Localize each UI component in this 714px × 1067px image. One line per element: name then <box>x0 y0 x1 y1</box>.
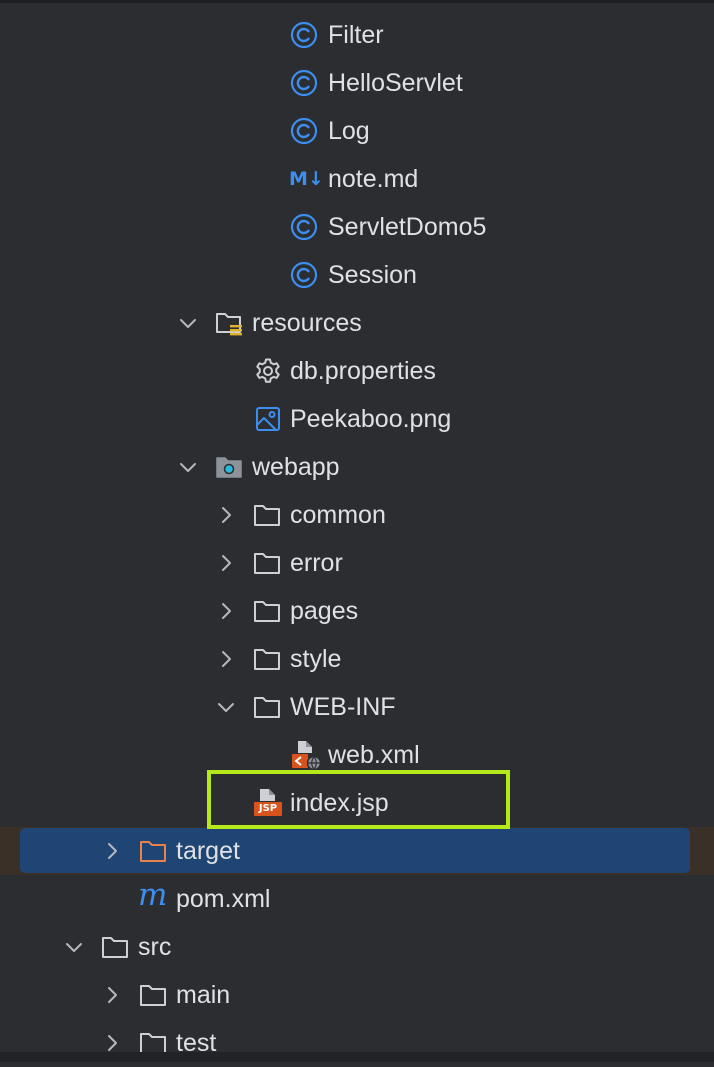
tree-item-main[interactable]: main <box>0 971 714 1019</box>
folder-icon <box>138 981 166 1009</box>
tree-item-label: Log <box>328 117 370 145</box>
java-class-icon <box>290 213 318 241</box>
tree-item-label: error <box>290 549 343 577</box>
tree-item-session[interactable]: Session <box>0 251 714 299</box>
java-class-icon <box>290 21 318 49</box>
tree-item-label: note.md <box>328 165 419 193</box>
java-class-icon <box>290 69 318 97</box>
tree-item-label: Filter <box>328 21 384 49</box>
markdown-icon: M↓ <box>289 168 324 190</box>
chevron-down-icon[interactable] <box>214 695 238 719</box>
tree-item-log[interactable]: Log <box>0 107 714 155</box>
tree-item-label: target <box>176 837 240 865</box>
tree-item-label: ServletDomo5 <box>328 213 487 241</box>
chevron-down-icon[interactable] <box>62 935 86 959</box>
gear-icon <box>254 357 282 385</box>
tree-item-label: src <box>138 933 172 961</box>
java-class-icon <box>290 117 318 145</box>
tree-item-helloservlet[interactable]: HelloServlet <box>0 59 714 107</box>
tree-item-target[interactable]: target <box>0 827 714 875</box>
tree-item-common[interactable]: common <box>0 491 714 539</box>
jsp-file-icon: JSP <box>252 787 284 819</box>
tree-item-label: common <box>290 501 386 529</box>
tree-item-label: Session <box>328 261 417 289</box>
jsp-icon-text: JSP <box>258 803 278 814</box>
tree-item-label: pom.xml <box>176 885 271 913</box>
tree-item-label: webapp <box>252 453 340 481</box>
project-tree: Filter HelloServlet Log M↓ note.md Servl… <box>0 11 714 1067</box>
tree-item-label: db.properties <box>290 357 436 385</box>
tree-item-label: resources <box>252 309 362 337</box>
excluded-folder-icon <box>138 837 166 865</box>
chevron-right-icon[interactable] <box>214 503 238 527</box>
chevron-right-icon[interactable] <box>214 599 238 623</box>
resources-folder-icon <box>214 309 242 337</box>
folder-icon <box>252 501 280 529</box>
tree-item-src[interactable]: src <box>0 923 714 971</box>
chevron-right-icon[interactable] <box>214 647 238 671</box>
tree-item-label: web.xml <box>328 741 420 769</box>
tree-item-label: index.jsp <box>290 789 389 817</box>
chevron-down-icon[interactable] <box>176 311 200 335</box>
tree-item-resources[interactable]: resources <box>0 299 714 347</box>
chevron-down-icon[interactable] <box>176 455 200 479</box>
tree-item-web-xml[interactable]: web.xml <box>0 731 714 779</box>
tree-item-label: Peekaboo.png <box>290 405 452 433</box>
chevron-right-icon[interactable] <box>100 839 124 863</box>
folder-icon <box>252 597 280 625</box>
tree-item-label: pages <box>290 597 359 625</box>
tree-item-label: style <box>290 645 342 673</box>
bottom-border <box>0 1052 714 1062</box>
tree-item-peekaboo-png[interactable]: Peekaboo.png <box>0 395 714 443</box>
tree-item-label: main <box>176 981 231 1009</box>
chevron-right-icon[interactable] <box>214 551 238 575</box>
chevron-right-icon[interactable] <box>100 983 124 1007</box>
tree-item-servletdomo5[interactable]: ServletDomo5 <box>0 203 714 251</box>
folder-icon <box>252 693 280 721</box>
tree-item-label: WEB-INF <box>290 693 396 721</box>
tree-item-pages[interactable]: pages <box>0 587 714 635</box>
xml-file-icon <box>290 739 322 771</box>
java-class-icon <box>290 261 318 289</box>
tree-item-db-properties[interactable]: db.properties <box>0 347 714 395</box>
tree-item-pom-xml[interactable]: m pom.xml <box>0 875 714 923</box>
tree-item-style[interactable]: style <box>0 635 714 683</box>
web-folder-icon <box>214 453 242 481</box>
folder-icon <box>100 933 128 961</box>
tree-item-filter[interactable]: Filter <box>0 11 714 59</box>
tree-item-index-jsp[interactable]: JSP index.jsp <box>0 779 714 827</box>
image-icon <box>254 405 282 433</box>
tree-item-web-inf[interactable]: WEB-INF <box>0 683 714 731</box>
folder-icon <box>252 549 280 577</box>
folder-icon <box>252 645 280 673</box>
tree-item-label: HelloServlet <box>328 69 463 97</box>
maven-icon: m <box>138 877 168 913</box>
tree-item-webapp[interactable]: webapp <box>0 443 714 491</box>
top-border <box>0 0 714 3</box>
tree-item-note-md[interactable]: M↓ note.md <box>0 155 714 203</box>
tree-item-error[interactable]: error <box>0 539 714 587</box>
